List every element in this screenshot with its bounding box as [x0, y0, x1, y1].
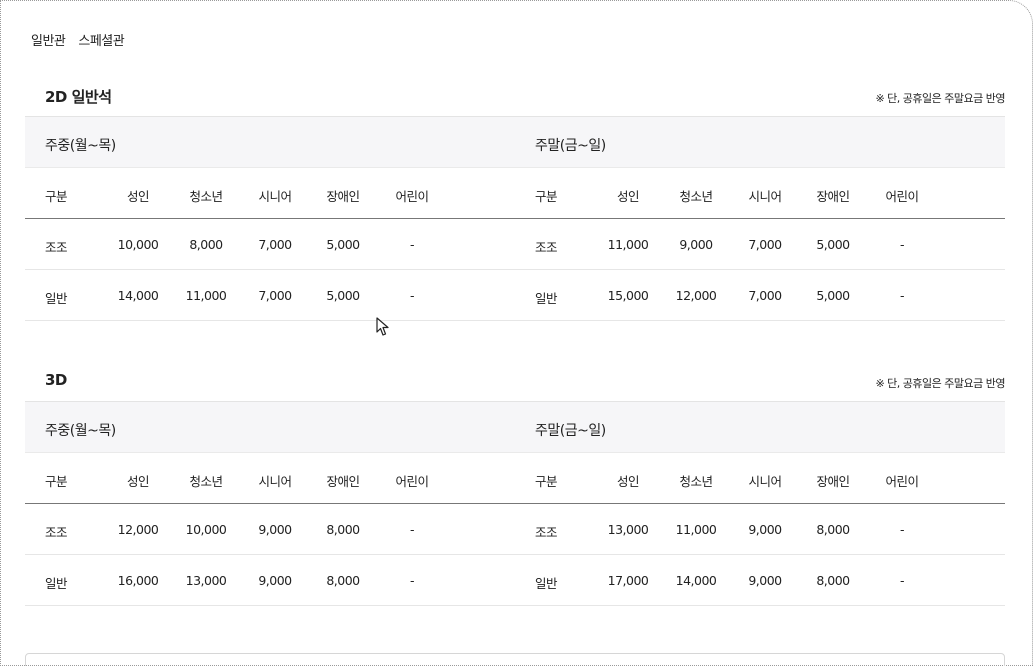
price-cell: - [899, 522, 905, 537]
column-header: 성인 [126, 189, 150, 204]
column-header: 구분 [535, 189, 558, 204]
table-row: 일반 14,000 11,000 7,000 5,000 - 일반 15,000 12,000 7… [25, 270, 1005, 321]
price-cell: 5,000 [326, 237, 360, 252]
price-cell: - [899, 237, 905, 252]
section-title: 3D [45, 371, 67, 389]
price-cell: 8,000 [816, 573, 850, 588]
column-header: 장애인 [816, 189, 850, 204]
price-cell: 7,000 [748, 237, 782, 252]
column-header: 성인 [126, 474, 150, 489]
price-cell: 9,000 [748, 573, 782, 588]
price-cell: 11,000 [675, 522, 717, 537]
column-header: 성인 [616, 474, 640, 489]
period-label-weekday: 주중(월~목) [45, 138, 116, 154]
price-cell: - [899, 573, 905, 588]
column-header-row: 구분 성인 청소년 시니어 장애인 어린이 구분 성인 청소년 시니어 장애인 어린이 [25, 453, 1005, 504]
price-cell: - [409, 573, 415, 588]
holiday-note: ※ 단, 공휴일은 주말요금 반영 [875, 377, 1005, 390]
row-label: 일반 [535, 576, 558, 591]
table-row: 조조 12,000 10,000 9,000 8,000 - 조조 13,000 11,000 9… [25, 504, 1005, 555]
price-cell: - [899, 288, 905, 303]
tab-special-hall[interactable]: 스페셜관 [78, 30, 124, 49]
row-label: 일반 [45, 291, 68, 306]
column-header: 구분 [535, 474, 558, 489]
price-cell: - [409, 237, 415, 252]
column-header: 청소년 [189, 189, 223, 204]
column-header: 구분 [45, 189, 68, 204]
price-cell: 13,000 [607, 522, 649, 537]
price-cell: 14,000 [117, 288, 159, 303]
column-header: 시니어 [258, 474, 292, 489]
row-label: 일반 [45, 576, 68, 591]
column-header: 청소년 [189, 474, 223, 489]
tab-general-hall[interactable]: 일반관 [31, 30, 66, 49]
column-header-row: 구분 성인 청소년 시니어 장애인 어린이 구분 성인 청소년 시니어 장애인 어린이 [25, 168, 1005, 219]
column-header: 시니어 [748, 189, 782, 204]
price-cell: 5,000 [816, 288, 850, 303]
price-cell: 12,000 [675, 288, 717, 303]
price-cell: 13,000 [185, 573, 227, 588]
bottom-panel [25, 653, 1005, 666]
row-label: 조조 [45, 525, 68, 540]
hall-tabs: 일반관 스페셜관 [31, 30, 125, 49]
holiday-note: ※ 단, 공휴일은 주말요금 반영 [875, 92, 1005, 105]
price-cell: 10,000 [117, 237, 159, 252]
price-section-0: 2D 일반석 ※ 단, 공휴일은 주말요금 반영주중(월~목) 주말(금~일) 구분 성… [25, 80, 1005, 321]
table-row: 일반 16,000 13,000 9,000 8,000 - 일반 17,000 14,000 9… [25, 555, 1005, 606]
period-row: 주중(월~목) 주말(금~일) [25, 401, 1005, 453]
table-row: 조조 10,000 8,000 7,000 5,000 - 조조 11,000 9,000 7,0… [25, 219, 1005, 270]
mouse-cursor-icon [376, 317, 389, 336]
section-header: 2D 일반석 ※ 단, 공휴일은 주말요금 반영 [25, 80, 1005, 116]
price-cell: 11,000 [607, 237, 649, 252]
row-label: 일반 [535, 291, 558, 306]
column-header: 구분 [45, 474, 68, 489]
period-row: 주중(월~목) 주말(금~일) [25, 116, 1005, 168]
price-cell: 8,000 [816, 522, 850, 537]
row-label: 조조 [535, 240, 558, 255]
period-label-weekend: 주말(금~일) [535, 138, 606, 154]
column-header: 청소년 [679, 474, 713, 489]
price-cell: 8,000 [326, 573, 360, 588]
period-label-weekday: 주중(월~목) [45, 423, 116, 439]
column-header: 성인 [616, 189, 640, 204]
column-header: 어린이 [395, 189, 429, 204]
column-header: 어린이 [395, 474, 429, 489]
price-cell: 9,000 [748, 522, 782, 537]
price-cell: 5,000 [326, 288, 360, 303]
price-cell: 7,000 [258, 237, 292, 252]
price-cell: 9,000 [258, 522, 292, 537]
price-cell: 11,000 [185, 288, 227, 303]
column-header: 어린이 [885, 474, 919, 489]
section-header: 3D ※ 단, 공휴일은 주말요금 반영 [25, 365, 1005, 401]
period-label-weekend: 주말(금~일) [535, 423, 606, 439]
price-cell: 17,000 [607, 573, 649, 588]
price-cell: 8,000 [189, 237, 223, 252]
price-cell: 12,000 [117, 522, 159, 537]
price-cell: 16,000 [117, 573, 159, 588]
price-section-1: 3D ※ 단, 공휴일은 주말요금 반영주중(월~목) 주말(금~일) 구분 성인 청소년… [25, 365, 1005, 606]
price-cell: 14,000 [675, 573, 717, 588]
row-label: 조조 [45, 240, 68, 255]
column-header: 시니어 [258, 189, 292, 204]
section-title: 2D 일반석 [45, 88, 112, 106]
price-cell: 10,000 [185, 522, 227, 537]
price-cell: - [409, 288, 415, 303]
column-header: 시니어 [748, 474, 782, 489]
price-cell: 9,000 [679, 237, 713, 252]
price-cell: 8,000 [326, 522, 360, 537]
price-cell: 9,000 [258, 573, 292, 588]
price-cell: 5,000 [816, 237, 850, 252]
price-cell: 7,000 [258, 288, 292, 303]
column-header: 어린이 [885, 189, 919, 204]
column-header: 장애인 [326, 189, 360, 204]
price-cell: 15,000 [607, 288, 649, 303]
column-header: 장애인 [326, 474, 360, 489]
column-header: 청소년 [679, 189, 713, 204]
column-header: 장애인 [816, 474, 850, 489]
row-label: 조조 [535, 525, 558, 540]
price-cell: 7,000 [748, 288, 782, 303]
price-cell: - [409, 522, 415, 537]
